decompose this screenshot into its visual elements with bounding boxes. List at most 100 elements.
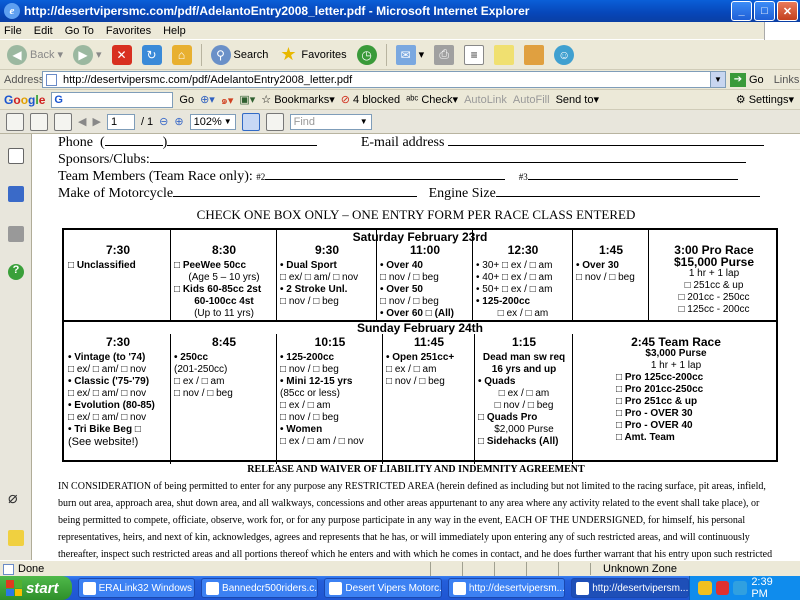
tray-icon[interactable] [715,581,730,595]
mini-nov-beg-checkboxes[interactable]: □ nov / □ beg [280,412,380,424]
home-button[interactable]: ⌂ [169,43,195,67]
open-nov-beg-checkboxes[interactable]: □ nov / □ beg [386,376,472,388]
50plus-checkboxes[interactable]: • 50+ □ ex / □ am [476,284,570,296]
team-pro-201-checkbox[interactable]: □ Pro 201cc-250cc [616,384,776,396]
favorites-button[interactable]: ★ Favorites [275,43,349,67]
pro-251-checkbox[interactable]: □ 251cc & up [652,280,776,292]
find-input[interactable]: Find ▼ [289,113,372,130]
google-page-icon[interactable]: ▣▾ [239,93,255,106]
team-amt-checkbox[interactable]: □ Amt. Team [616,432,776,444]
quads-ex-am-checkboxes[interactable]: □ ex / □ am [478,388,570,400]
google-news-icon[interactable]: ⊕▾ [200,93,215,106]
check-button[interactable]: ᵃᵇᶜ Check▾ [406,93,458,106]
prev-page-icon[interactable]: ◀ [78,115,86,128]
fit-page-icon[interactable] [241,112,260,131]
menu-edit[interactable]: Edit [34,25,53,37]
zoom-in-icon[interactable]: ⊕ [174,115,183,128]
google-spiral-icon[interactable]: ๑▾ [221,91,234,109]
forward-button[interactable]: ▶ ▾ [70,43,105,67]
menu-goto[interactable]: Go To [65,25,94,37]
history-button[interactable]: ◷ [354,43,380,67]
women-checkboxes[interactable]: □ ex / □ am / □ nov [280,436,380,448]
zoom-select[interactable]: 102% ▼ [189,113,236,130]
peewee-checkbox[interactable]: □ PeeWee 50cc [174,260,274,272]
unclassified-checkbox[interactable]: □ Unclassified [68,260,168,272]
evolution-checkboxes[interactable]: □ ex/ □ am/ □ nov [68,412,168,424]
maximize-button[interactable]: □ [754,1,775,21]
start-button[interactable]: start [0,576,72,600]
pro-201-checkbox[interactable]: □ 201cc - 250cc [652,292,776,304]
pdf-select-icon[interactable] [54,112,72,131]
over50-checkboxes[interactable]: □ nov / □ beg [380,296,470,308]
open-ex-am-checkboxes[interactable]: □ ex / □ am [386,364,472,376]
over30-checkboxes[interactable]: □ nov / □ beg [576,272,646,284]
links-button[interactable]: Links [774,74,800,86]
kids-checkbox[interactable]: □ Kids 60-85cc 2st [174,284,274,296]
classic-checkboxes[interactable]: □ ex/ □ am/ □ nov [68,388,168,400]
google-settings-button[interactable]: ⚙ Settings▾ [736,93,794,106]
30plus-checkboxes[interactable]: • 30+ □ ex / □ am [476,260,570,272]
mail-button[interactable]: ✉ ▾ [393,43,428,67]
edit-button[interactable]: ≡ [461,43,487,67]
two-stroke-checkboxes[interactable]: □ nov / □ beg [280,296,374,308]
team-pro-125-checkbox[interactable]: □ Pro 125cc-200cc [616,372,776,384]
attachments-icon[interactable] [8,226,24,242]
menu-file[interactable]: File [4,25,22,37]
125-200-checkboxes[interactable]: □ ex / □ am [476,308,570,320]
task-desert-vipers[interactable]: Desert Vipers Motorc... [324,578,442,598]
tray-icon[interactable] [733,581,748,595]
40plus-checkboxes[interactable]: • 40+ □ ex / □ am [476,272,570,284]
task-desertvipers-2[interactable]: http://desertvipersm... [571,578,689,598]
pdf-save-icon[interactable] [30,112,48,131]
paperclip-icon[interactable]: ⌀ [8,488,24,507]
google-go-button[interactable]: Go [179,94,194,106]
refresh-button[interactable]: ↻ [139,43,165,67]
search-button[interactable]: ⚲ Search [208,43,272,67]
address-dropdown[interactable]: ▼ [710,72,725,87]
tri-bike-checkbox[interactable]: • Tri Bike Beg □ [68,424,168,436]
fit-width-icon[interactable] [265,112,284,131]
document-viewport[interactable]: Phone () E-mail address Sponsors/Clubs: … [32,134,800,560]
close-button[interactable]: ✕ [777,1,798,21]
go-button[interactable]: ➔ Go [730,72,764,87]
pages-icon[interactable] [8,148,24,164]
next-page-icon[interactable]: ▶ [92,115,100,128]
task-desertvipers-1[interactable]: http://desertvipersm... [447,578,566,598]
research-button[interactable] [521,43,547,67]
back-button[interactable]: ◀ Back ▾ [4,43,66,67]
pdf-print-icon[interactable] [6,112,24,131]
team-pro-over30-checkbox[interactable]: □ Pro - OVER 30 [616,408,776,420]
address-input[interactable]: http://desertvipersmc.com/pdf/AdelantoEn… [42,71,726,88]
250cc-ex-am-checkboxes[interactable]: □ ex / □ am [174,376,274,388]
dual-sport-checkboxes[interactable]: □ ex/ □ am/ □ nov [280,272,374,284]
team-pro-over40-checkbox[interactable]: □ Pro - OVER 40 [616,420,776,432]
tray-icon[interactable] [697,581,712,595]
mini-ex-am-checkboxes[interactable]: □ ex / □ am [280,400,380,412]
sidehacks-checkbox[interactable]: □ Sidehacks (All) [478,436,570,448]
bookmarks-button[interactable]: ☆ Bookmarks▾ [261,93,334,106]
menu-favorites[interactable]: Favorites [106,25,151,37]
over40-checkboxes[interactable]: □ nov / □ beg [380,272,470,284]
quads-pro-checkbox[interactable]: □ Quads Pro [478,412,570,424]
task-eralink[interactable]: ERALink32 Windows ... [77,578,196,598]
send-to-button[interactable]: Send to▾ [556,93,599,106]
messenger-button[interactable]: ☺ [551,43,577,67]
task-bannedcr500[interactable]: Bannedcr500riders.c... [201,578,319,598]
autofill-button[interactable]: AutoFill [513,94,550,106]
vintage-checkboxes[interactable]: □ ex/ □ am/ □ nov [68,364,168,376]
bookmarks-panel-icon[interactable] [8,186,24,202]
google-search-input[interactable]: G [51,91,174,108]
google-logo[interactable]: Google [4,93,45,107]
zoom-out-icon[interactable]: ⊖ [159,115,168,128]
help-icon[interactable]: ? [8,264,24,280]
minimize-button[interactable]: _ [731,1,752,21]
menu-help[interactable]: Help [163,25,186,37]
over60-checkbox[interactable]: • Over 60 □ (All) [380,308,470,320]
team-pro-251-checkbox[interactable]: □ Pro 251cc & up [616,396,776,408]
discuss-button[interactable] [491,43,517,67]
autolink-button[interactable]: AutoLink [464,94,507,106]
sun-125-checkboxes[interactable]: □ nov / □ beg [280,364,380,376]
pro-125-checkbox[interactable]: □ 125cc - 200cc [652,304,776,316]
page-number-input[interactable]: 1 [106,113,135,130]
comments-icon[interactable] [8,530,24,546]
